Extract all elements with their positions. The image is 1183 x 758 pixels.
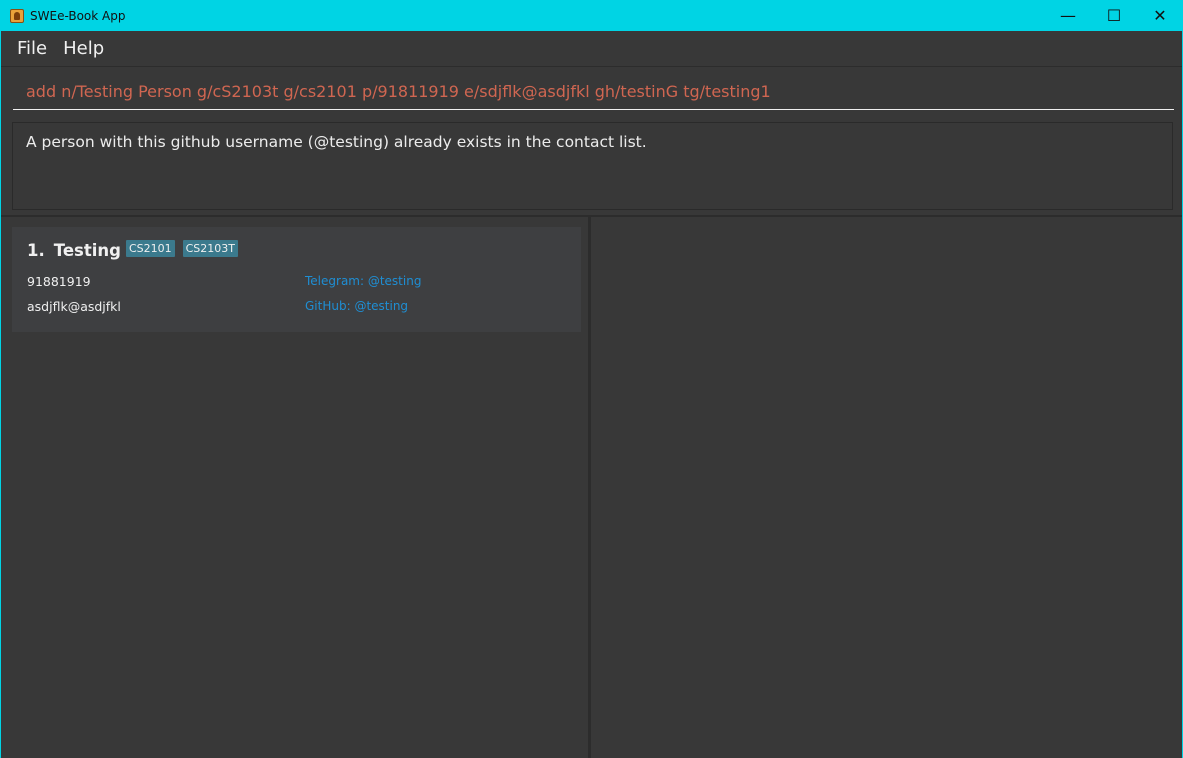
tag-badge: CS2103T bbox=[182, 240, 238, 257]
detail-panel bbox=[594, 217, 1182, 758]
person-card[interactable]: 1. Testing CS2101 CS2103T 91881919 asdjf… bbox=[12, 227, 581, 332]
person-phone: 91881919 bbox=[27, 274, 91, 289]
person-list-panel[interactable]: 1. Testing CS2101 CS2103T 91881919 asdjf… bbox=[1, 217, 591, 758]
person-index: 1. bbox=[27, 241, 45, 260]
window-title: SWEe-Book App bbox=[30, 8, 126, 23]
person-card-header: 1. Testing CS2101 CS2103T bbox=[27, 240, 246, 260]
person-github-link[interactable]: GitHub: @testing bbox=[305, 299, 408, 313]
main-split-pane: 1. Testing CS2101 CS2103T 91881919 asdjf… bbox=[1, 215, 1182, 758]
close-button[interactable]: ✕ bbox=[1137, 0, 1183, 31]
command-box bbox=[1, 66, 1182, 116]
menu-help[interactable]: Help bbox=[63, 38, 104, 59]
title-bar: SWEe-Book App — ☐ ✕ bbox=[0, 0, 1183, 31]
menu-bar: File Help bbox=[1, 31, 1182, 66]
result-message: A person with this github username (@tes… bbox=[12, 122, 1173, 210]
menu-file[interactable]: File bbox=[17, 38, 47, 59]
person-telegram-link[interactable]: Telegram: @testing bbox=[305, 274, 421, 288]
command-input[interactable] bbox=[13, 74, 1174, 110]
person-email: asdjflk@asdjfkl bbox=[27, 299, 121, 314]
minimize-button[interactable]: — bbox=[1045, 0, 1091, 31]
maximize-button[interactable]: ☐ bbox=[1091, 0, 1137, 31]
app-icon bbox=[10, 8, 24, 23]
person-name: Testing bbox=[53, 241, 121, 260]
tag-badge: CS2101 bbox=[125, 240, 175, 257]
result-display-area: A person with this github username (@tes… bbox=[1, 116, 1182, 216]
window-controls: — ☐ ✕ bbox=[1045, 0, 1183, 31]
